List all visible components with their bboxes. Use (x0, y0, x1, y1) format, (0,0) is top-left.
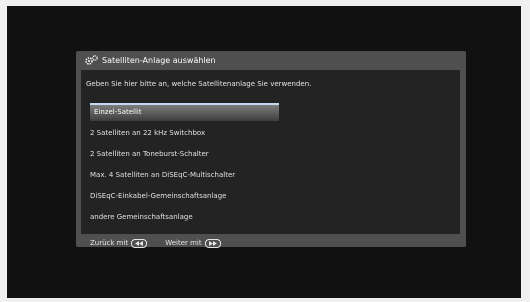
tv-screen: Satelliten-Anlage auswählen Geben Sie hi… (7, 6, 521, 298)
option-label: Max. 4 Satelliten an DiSEqC-Multischalte… (90, 171, 236, 179)
back-label: Zurück mit (90, 239, 129, 247)
back-hint[interactable]: Zurück mit (90, 238, 148, 248)
gear-icon (84, 54, 99, 66)
option-label: 2 Satelliten an 22 kHz Switchbox (90, 129, 206, 137)
fast-forward-icon (204, 238, 221, 248)
option-andere-gemeinschaftsanlage[interactable]: andere Gemeinschaftsanlage (90, 208, 270, 226)
dialog-title-bar: Satelliten-Anlage auswählen (76, 51, 466, 69)
satellite-setup-dialog: Satelliten-Anlage auswählen Geben Sie hi… (76, 51, 466, 249)
option-label: Einzel-Satellit (94, 108, 142, 116)
option-label: DiSEqC-Einkabel-Gemeinschaftsanlage (90, 192, 227, 200)
option-label: 2 Satelliten an Toneburst-Schalter (90, 150, 209, 158)
option-label: andere Gemeinschaftsanlage (90, 213, 193, 221)
option-einzel-satellit[interactable]: Einzel-Satellit (90, 103, 279, 121)
dialog-title: Satelliten-Anlage auswählen (102, 55, 216, 65)
option-2-satelliten-22khz[interactable]: 2 Satelliten an 22 kHz Switchbox (90, 124, 270, 142)
option-4-satelliten-diseqc[interactable]: Max. 4 Satelliten an DiSEqC-Multischalte… (90, 166, 270, 184)
option-diseqc-einkabel[interactable]: DiSEqC-Einkabel-Gemeinschaftsanlage (90, 187, 270, 205)
instruction-text: Geben Sie hier bitte an, welche Satellit… (86, 80, 312, 88)
selection-highlight-line (90, 103, 279, 105)
dialog-footer: Zurück mit Weiter mit (90, 237, 221, 249)
next-label: Weiter mit (165, 239, 202, 247)
dialog-body: Geben Sie hier bitte an, welche Satellit… (81, 70, 460, 234)
option-2-satelliten-toneburst[interactable]: 2 Satelliten an Toneburst-Schalter (90, 145, 270, 163)
rewind-icon (131, 238, 148, 248)
next-hint[interactable]: Weiter mit (165, 238, 221, 248)
